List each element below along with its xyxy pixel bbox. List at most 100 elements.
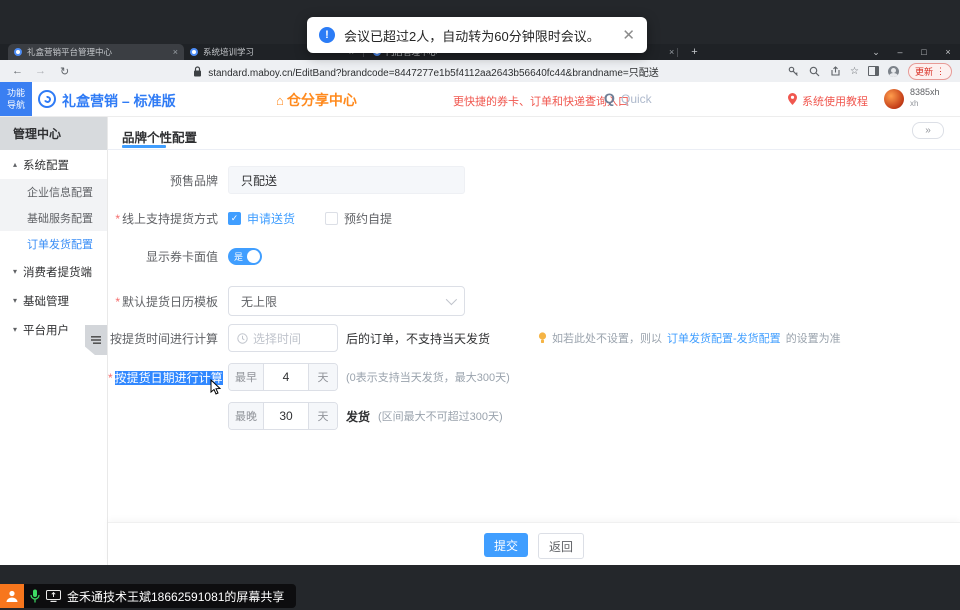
face-value-toggle-on[interactable]: 是 [228,248,262,265]
form-row-pickup-methods: *线上支持提货方式 ✓ 申请送货 预约自提 [108,210,392,227]
tab-close-icon[interactable]: × [173,47,178,57]
check-icon: ✓ [231,213,239,224]
submit-button[interactable]: 提交 [484,533,528,557]
sidebar-group-basic-mgmt[interactable]: ▾ 基础管理 [0,286,107,315]
checkbox-delivery-checked[interactable]: ✓ [228,212,241,225]
maximize-button[interactable]: □ [912,44,936,60]
select-value: 无上限 [241,293,277,310]
minimize-button[interactable]: – [888,44,912,60]
form-row-calendar-template: *默认提货日历模板 无上限 [108,286,465,316]
tutorial-link[interactable]: 系统使用教程 [802,93,868,109]
meeting-notification: ! 会议已超过2人，自动转为60分钟限时会议。 ✕ [307,17,647,53]
function-nav-button[interactable]: 功能 导航 [0,82,32,116]
lock-icon[interactable] [193,66,202,77]
back-button[interactable]: 返回 [538,533,584,559]
bookmark-star-icon[interactable]: ☆ [850,66,859,77]
calendar-template-select[interactable]: 无上限 [228,286,465,316]
selected-label-text: 按提货日期进行计算 [115,371,223,385]
microphone-icon[interactable] [30,589,40,603]
mouse-cursor [210,379,222,401]
info-icon: ! [319,27,335,43]
input-prefix: 最晚 [229,403,264,429]
back-icon[interactable]: ← [12,65,23,77]
quick-search-icon[interactable]: Q [604,90,615,106]
app-title: 礼盒营销 – 标准版 [62,91,176,111]
sidebar-group-consumer[interactable]: ▾ 消费者提货端 [0,257,107,286]
earliest-days-value[interactable]: 4 [264,364,308,390]
panel-collapse-button[interactable]: » [912,122,944,139]
earliest-days-input[interactable]: 最早 4 天 [228,363,338,391]
sidebar-item-order-shipping[interactable]: 订单发货配置 [0,231,107,257]
required-mark: * [108,371,113,385]
zoom-icon[interactable] [808,65,820,77]
sidebar-group-label: 消费者提货端 [23,264,92,280]
form-row-by-date-earliest: *按提货日期进行计算 最早 4 天 (0表示支持当天发货，最大300天) [108,363,510,391]
reload-icon[interactable]: ↻ [60,65,69,78]
checkbox-label-selfpickup[interactable]: 预约自提 [344,210,392,227]
latest-days-value[interactable]: 30 [264,403,308,429]
browser-update-button[interactable]: 更新 ⋮ [908,63,952,80]
menu-lines-icon [91,336,101,344]
latest-hint: (区间最大不可超过300天) [378,408,503,424]
tab-close-icon[interactable]: × [669,47,674,57]
tab-divider [108,149,960,150]
presale-brand-value: 只配送 [241,172,277,189]
time-picker-input[interactable]: 选择时间 [228,324,338,352]
presale-brand-input[interactable]: 只配送 [228,166,465,194]
kebab-menu-icon[interactable]: ⋮ [936,66,945,77]
browser-profile-icon[interactable] [888,66,899,77]
by-time-hint: 如若此处不设置，则以订单发货配置-发货配置的设置为准 [538,330,841,346]
toolbar-actions: ☆ 更新 ⋮ [787,63,952,80]
field-label: *默认提货日历模板 [108,293,228,310]
password-key-icon[interactable] [787,65,799,77]
sidebar-item-label: 企业信息配置 [27,184,93,200]
field-label: 预售品牌 [108,172,228,189]
field-label: *线上支持提货方式 [108,210,228,227]
input-unit: 天 [308,364,337,390]
window-close-button[interactable]: × [936,44,960,60]
share-bar-text: 金禾通技术王斌18662591081的屏幕共享 [67,588,284,605]
forward-icon[interactable]: → [35,65,46,77]
time-picker-placeholder: 选择时间 [253,330,301,347]
checkbox-selfpickup-unchecked[interactable] [325,212,338,225]
new-tab-button[interactable]: + [691,46,697,58]
screen-share-bar: 金禾通技术王斌18662591081的屏幕共享 [0,584,296,608]
caret-down-icon: ▾ [13,296,17,305]
house-icon: ⌂ [276,93,284,108]
tab-brand-config[interactable]: 品牌个性配置 [122,127,197,146]
browser-tab-active[interactable]: 礼盒营销平台管理中心 × [8,44,184,60]
window-controls: ⌄ – □ × [864,44,960,60]
favicon [14,48,22,56]
share-icon[interactable] [829,65,841,77]
sidebar-collapse-handle[interactable] [85,325,107,355]
sidebar-item-enterprise-info[interactable]: 企业信息配置 [0,179,107,205]
user-subname: xh [910,99,918,108]
screen-share-icon[interactable] [46,590,61,602]
app-header: 功能 导航 礼盒营销 – 标准版 ⌂ 仓分享中心 更快捷的券卡、订单和快递查询入… [0,82,960,117]
input-unit: 天 [308,403,337,429]
close-icon[interactable]: ✕ [622,26,635,44]
latest-after-text: 发货 [346,408,370,425]
input-prefix: 最早 [229,364,264,390]
checkbox-label-delivery[interactable]: 申请送货 [247,210,295,227]
address-bar[interactable]: standard.maboy.cn/EditBand?brandcode=844… [208,64,659,79]
tab-separator [677,48,678,57]
sidebar-group-system-config[interactable]: ▴ 系统配置 [0,150,107,179]
by-time-after-text: 后的订单，不支持当天发货 [346,330,490,347]
share-center-label: 仓分享中心 [287,90,357,110]
sidebar: 管理中心 ▴ 系统配置 企业信息配置 基础服务配置 订单发货配置 ▾ 消费者提货… [0,117,108,565]
hint-config-link[interactable]: 订单发货配置-发货配置 [667,330,781,346]
quick-search-label[interactable]: Quick [621,92,652,106]
side-panel-icon[interactable] [868,66,879,76]
caret-down-icon: ▾ [13,325,17,334]
sidebar-item-basic-service[interactable]: 基础服务配置 [0,205,107,231]
required-mark: * [115,295,120,309]
warehouse-share-center-link[interactable]: ⌂ 仓分享中心 [276,90,357,110]
quick-entry-link[interactable]: 更快捷的券卡、订单和快递查询入口 [453,93,629,109]
notification-text: 会议已超过2人，自动转为60分钟限时会议。 [344,26,600,45]
required-mark: * [115,212,120,226]
user-avatar[interactable] [884,89,904,109]
latest-days-input[interactable]: 最晚 30 天 [228,402,338,430]
app-logo-icon [38,90,56,108]
tab-search-icon[interactable]: ⌄ [864,44,888,60]
